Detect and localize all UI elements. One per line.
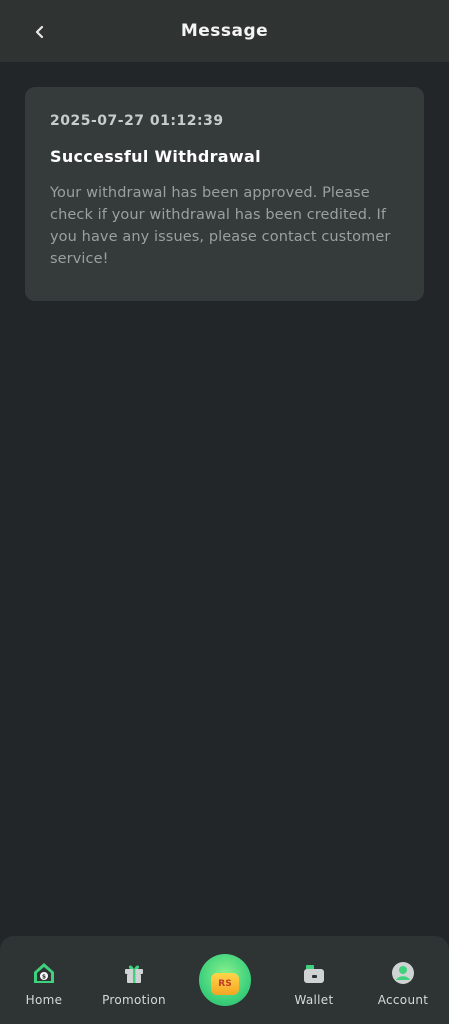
nav-account-label: Account [377,993,429,1007]
svg-text:$: $ [42,974,46,981]
coin-icon: RS [211,973,239,995]
home-icon: $ [31,960,57,986]
gift-icon [121,960,147,986]
message-timestamp: 2025-07-27 01:12:39 [50,113,224,129]
center-coin-button[interactable]: RS [199,954,251,1006]
nav-promotion-label: Promotion [102,993,166,1007]
account-icon [390,960,416,986]
message-card[interactable]: 2025-07-27 01:12:39 Successful Withdrawa… [25,87,424,301]
nav-wallet[interactable]: Wallet [288,936,340,1024]
top-bar: Message [0,0,449,62]
page-title: Message [180,21,269,41]
wallet-icon [301,960,327,986]
nav-home[interactable]: $ Home [22,936,66,1024]
message-title: Successful Withdrawal [50,147,261,166]
nav-account[interactable]: Account [372,936,434,1024]
nav-wallet-label: Wallet [294,993,334,1007]
message-screen: Message 2025-07-27 01:12:39 Successful W… [0,0,449,1024]
back-button[interactable] [24,16,56,48]
message-body: Your withdrawal has been approved. Pleas… [50,185,391,267]
chevron-left-icon [35,25,44,39]
nav-promotion[interactable]: Promotion [98,936,170,1024]
nav-home-label: Home [25,993,63,1007]
